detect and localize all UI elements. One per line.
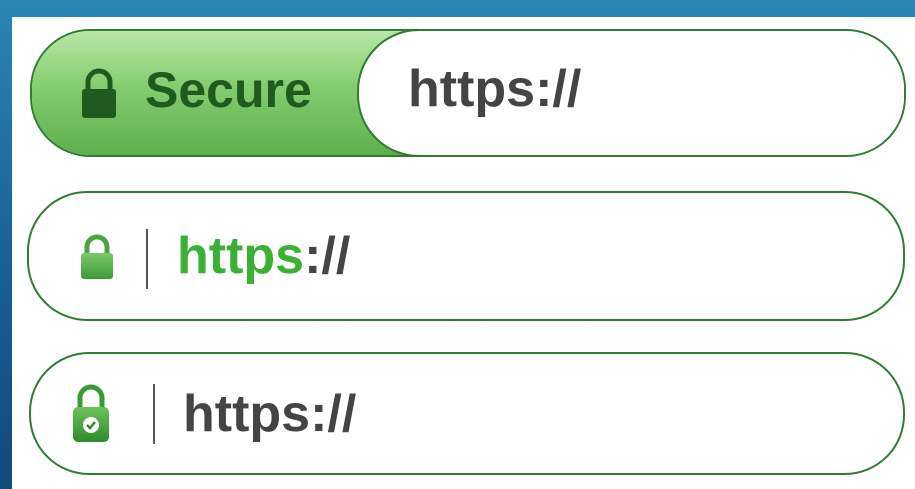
page: dreamstime. Secure https:// https:// bbox=[0, 0, 915, 489]
url-text[interactable]: https:// bbox=[408, 59, 581, 119]
secure-label: Secure bbox=[145, 62, 312, 118]
url-rest: :// bbox=[304, 227, 351, 285]
address-bar-secure-badge[interactable]: Secure https:// bbox=[30, 29, 906, 157]
url-text[interactable]: https:// bbox=[183, 384, 356, 444]
url-scheme: https bbox=[177, 227, 305, 285]
url-text[interactable]: https:// bbox=[177, 226, 350, 286]
divider bbox=[146, 229, 148, 289]
address-bar-verified[interactable]: https:// bbox=[29, 352, 905, 475]
address-bar-green-scheme[interactable]: https:// bbox=[27, 191, 905, 321]
lock-check-icon bbox=[73, 384, 109, 442]
lock-icon bbox=[81, 234, 113, 279]
divider bbox=[153, 384, 155, 444]
lock-icon bbox=[82, 68, 116, 118]
